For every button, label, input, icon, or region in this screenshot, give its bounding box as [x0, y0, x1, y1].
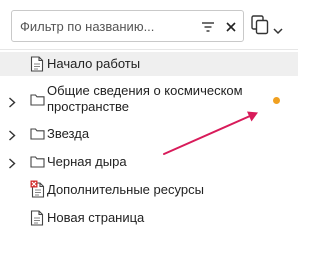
tree-item-label: Начало работы	[47, 56, 141, 71]
tree-item-label: Общие сведения о космическом пространств…	[47, 83, 243, 114]
folder-icon	[30, 127, 45, 143]
tree-item-label: Новая страница	[47, 210, 145, 225]
status-dot	[273, 97, 280, 104]
tree-item-new-page[interactable]: Новая страница	[0, 206, 298, 230]
page-icon	[30, 56, 44, 72]
tree-item-getting-started[interactable]: Начало работы	[0, 52, 298, 76]
page-icon	[30, 210, 44, 226]
tree-item-space-overview[interactable]: Общие сведения о космическом пространств…	[0, 80, 298, 120]
folder-icon	[30, 93, 45, 109]
tree-item-label: Звезда	[47, 126, 90, 141]
tree-item-label: Дополнительные ресурсы	[47, 182, 204, 197]
page-error-icon	[30, 180, 46, 198]
chevron-right-icon[interactable]	[8, 128, 16, 141]
folder-icon	[30, 155, 45, 171]
page-tree-panel: Начало работы Общие сведения о космическ…	[0, 0, 298, 262]
filter-lines-icon[interactable]	[201, 20, 215, 32]
tree-item-black-hole[interactable]: Черная дыра	[0, 150, 298, 174]
tree-item-star[interactable]: Звезда	[0, 122, 298, 146]
tree-item-label: Черная дыра	[47, 154, 127, 169]
chevron-right-icon[interactable]	[8, 95, 16, 108]
close-icon[interactable]	[225, 20, 237, 32]
chevron-right-icon[interactable]	[8, 156, 16, 169]
tree-item-additional-resources[interactable]: Дополнительные ресурсы	[0, 178, 298, 202]
filter-input[interactable]	[20, 17, 190, 35]
filter-box	[11, 10, 244, 42]
divider	[0, 49, 298, 50]
copy-stack-icon[interactable]	[251, 15, 269, 35]
chevron-down-icon[interactable]	[273, 22, 283, 35]
